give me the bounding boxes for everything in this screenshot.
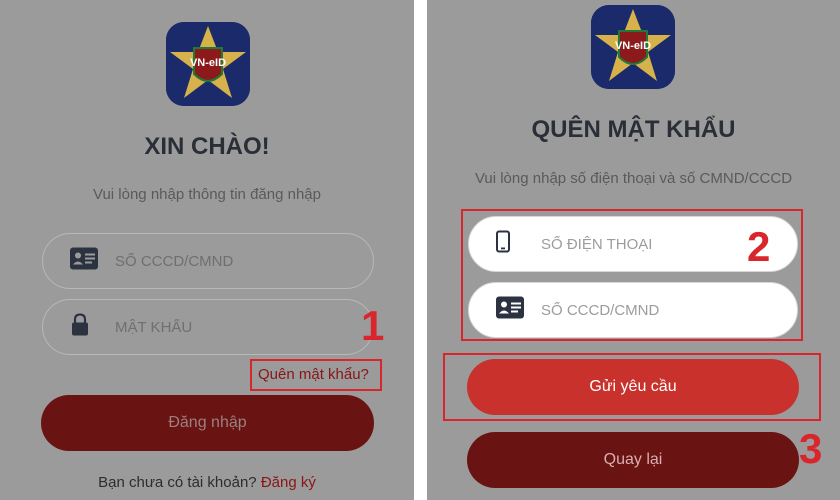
page-subtitle: Vui lòng nhập số điện thoại và số CMND/C… xyxy=(474,170,793,187)
forgot-password-screen: VN-eID QUÊN MẬT KHẨU Vui lòng nhập số đi… xyxy=(427,0,840,500)
lock-icon xyxy=(71,313,89,341)
password-input[interactable] xyxy=(115,300,355,354)
step-number-2: 2 xyxy=(747,223,771,270)
forgot-password-link[interactable]: Quên mật khẩu? xyxy=(258,366,369,383)
login-button[interactable]: Đăng nhập xyxy=(41,395,374,451)
page-title: QUÊN MẬT KHẨU xyxy=(531,116,736,143)
id-number-field[interactable] xyxy=(42,233,374,289)
vneid-logo-icon: VN-eID xyxy=(166,22,250,106)
vneid-logo-icon: VN-eID xyxy=(591,5,675,89)
svg-text:VN-eID: VN-eID xyxy=(615,40,651,52)
id-number-field[interactable] xyxy=(468,282,798,338)
id-number-input[interactable] xyxy=(541,283,781,337)
vneid-logo: VN-eID xyxy=(166,22,250,106)
page-subtitle: Vui lòng nhập thông tin đăng nhập xyxy=(93,186,321,203)
signup-prompt: Bạn chưa có tài khoản? xyxy=(98,474,257,491)
login-screen: VN-eID XIN CHÀO! Vui lòng nhập thông tin… xyxy=(0,0,414,500)
vneid-logo: VN-eID xyxy=(591,5,675,89)
svg-text:VN-eID: VN-eID xyxy=(190,57,226,69)
id-card-icon xyxy=(70,247,98,275)
back-button[interactable]: Quay lại xyxy=(467,432,799,488)
send-request-button[interactable]: Gửi yêu cầu xyxy=(467,359,799,415)
signup-line: Bạn chưa có tài khoản? Đăng ký xyxy=(0,474,414,491)
step-number-3: 3 xyxy=(799,425,823,472)
phone-icon xyxy=(496,230,510,258)
phone-number-input[interactable] xyxy=(541,217,781,271)
id-card-icon xyxy=(496,296,524,324)
signup-link[interactable]: Đăng ký xyxy=(261,474,316,491)
id-number-input[interactable] xyxy=(115,234,355,288)
page-title: XIN CHÀO! xyxy=(144,133,270,160)
step-number-1: 1 xyxy=(361,302,385,349)
password-field[interactable] xyxy=(42,299,374,355)
